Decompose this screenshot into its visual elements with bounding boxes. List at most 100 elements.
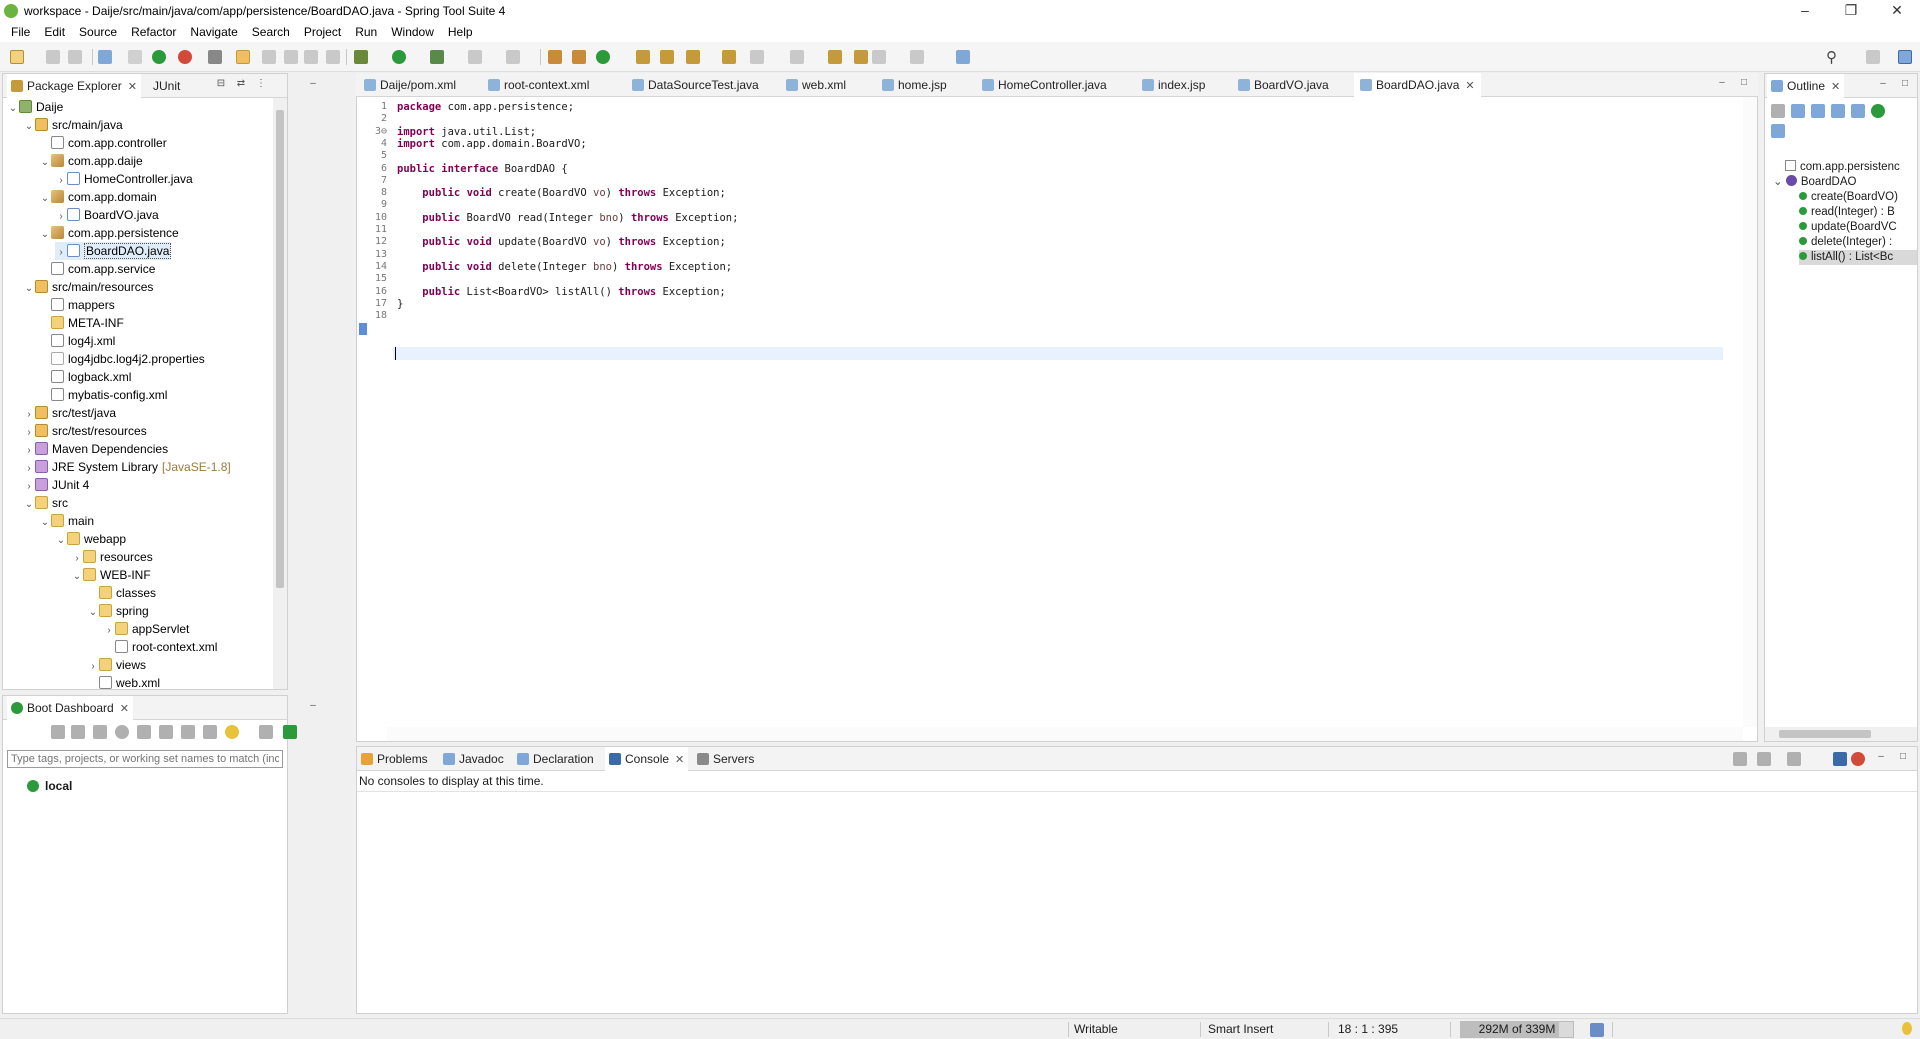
expanded-chevron-icon[interactable]: ⌄ [39, 226, 51, 244]
external-tools-icon[interactable] [506, 50, 520, 64]
tree-item[interactable]: › JRE System Library [JavaSE-1.8] [23, 458, 231, 476]
tab-boarddao-java[interactable]: BoardDAO.java ✕ [1354, 73, 1481, 97]
tab-pom-xml[interactable]: Daije/pom.xml [364, 73, 456, 97]
open-browser-icon[interactable] [115, 725, 129, 739]
show-whitespace-icon[interactable] [304, 50, 318, 64]
tree-item[interactable]: › resources [71, 548, 153, 566]
minimize-editor-icon[interactable]: – [1716, 78, 1728, 90]
close-window-button[interactable]: ✕ [1874, 0, 1920, 22]
pilcrow-icon[interactable] [326, 50, 340, 64]
tree-item[interactable]: com.app.service [39, 260, 155, 278]
expanded-chevron-icon[interactable]: ⌄ [39, 514, 51, 532]
tree-item[interactable]: ⌄ WEB-INF [71, 566, 151, 584]
select-console-icon[interactable] [1833, 752, 1847, 766]
tree-scrollbar[interactable] [273, 98, 287, 689]
code-line[interactable]: public void create(BoardVO vo) throws Ex… [397, 187, 726, 199]
collapse-all-icon[interactable]: ⊟ [215, 79, 227, 91]
open-console-icon[interactable] [1787, 752, 1801, 766]
hide-fields-icon[interactable] [1771, 104, 1785, 118]
tree-item[interactable]: › Maven Dependencies [23, 440, 168, 458]
tree-item[interactable]: › HomeController.java [55, 170, 193, 188]
menu-help[interactable]: Help [441, 25, 480, 39]
tab-boot-dashboard[interactable]: Boot Dashboard ✕ [7, 696, 133, 720]
add-target-icon[interactable] [283, 725, 297, 739]
tips-lightbulb-icon[interactable] [1902, 1022, 1912, 1035]
outline-item[interactable]: ⌄ BoardDAO [1773, 175, 1856, 190]
save-all-icon[interactable] [68, 50, 82, 64]
relaunch-icon[interactable] [178, 50, 192, 64]
tree-item[interactable]: ⌄ src/main/resources [23, 278, 153, 296]
remote-console-icon[interactable] [1851, 752, 1865, 766]
hide-static-icon[interactable] [1831, 104, 1845, 118]
expanded-chevron-icon[interactable]: ⌄ [23, 496, 35, 514]
tree-item[interactable]: log4jdbc.log4j2.properties [39, 350, 205, 368]
link-outline-icon[interactable] [1771, 124, 1785, 138]
new-class-icon[interactable] [596, 50, 610, 64]
tree-item[interactable]: › src/test/resources [23, 422, 147, 440]
tree-item[interactable]: logback.xml [39, 368, 131, 386]
tree-item[interactable]: mybatis-config.xml [39, 386, 167, 404]
expanded-chevron-icon[interactable]: ⌄ [23, 118, 35, 136]
tab-package-explorer[interactable]: Package Explorer ✕ [7, 74, 141, 98]
code-line[interactable]: } [397, 298, 403, 310]
toggle-mark-occurrences-icon[interactable] [236, 50, 250, 64]
menu-window[interactable]: Window [384, 25, 441, 39]
tab-datasourcetest-java[interactable]: DataSourceTest.java [632, 73, 759, 97]
menu-project[interactable]: Project [297, 25, 348, 39]
toggle-breadcrumb-icon[interactable] [262, 50, 276, 64]
debug-icon[interactable] [354, 50, 368, 64]
outline-item[interactable]: com.app.persistenc [1773, 160, 1900, 175]
tree-item[interactable]: web.xml [87, 674, 160, 689]
tree-item[interactable]: › BoardVO.java [55, 206, 159, 224]
search-file-icon[interactable] [686, 50, 700, 64]
menu-run[interactable]: Run [348, 25, 384, 39]
open-folder-icon[interactable] [636, 50, 650, 64]
expanded-chevron-icon[interactable]: ⌄ [7, 100, 19, 118]
tree-item[interactable]: › appServlet [103, 620, 189, 638]
java-perspective-icon[interactable] [1898, 50, 1912, 64]
minimize-outline-icon[interactable]: – [1877, 79, 1889, 91]
tab-index-jsp[interactable]: index.jsp [1142, 73, 1205, 97]
code-line[interactable]: package com.app.persistence; [397, 101, 574, 113]
menu-edit[interactable]: Edit [37, 25, 72, 39]
open-perspective-folder-icon[interactable] [722, 50, 736, 64]
tree-item[interactable]: ⌄ com.app.persistence [39, 224, 179, 242]
filter-icon[interactable] [159, 725, 173, 739]
coverage-icon[interactable] [430, 50, 444, 64]
stop-icon[interactable] [468, 50, 482, 64]
maximize-editor-icon[interactable]: □ [1738, 78, 1750, 90]
tree-item[interactable]: ⌄ main [39, 512, 94, 530]
code-line[interactable]: public void update(BoardVO vo) throws Ex… [397, 236, 726, 248]
outline-item[interactable]: read(Integer) : B [1799, 205, 1895, 220]
forward-icon[interactable] [872, 50, 886, 64]
pin-console-icon[interactable] [1733, 752, 1747, 766]
boot-dashboard-icon[interactable] [152, 50, 166, 64]
tree-item[interactable]: classes [87, 584, 156, 602]
collapse-outline-icon[interactable] [1791, 104, 1805, 118]
outline-scrollbar-thumb[interactable] [1779, 730, 1871, 738]
tree-scrollbar-thumb[interactable] [276, 110, 284, 588]
minimize-button[interactable]: – [1782, 0, 1828, 22]
search-icon[interactable]: ⚲ [1826, 48, 1837, 66]
next-annotation-icon[interactable] [750, 50, 764, 64]
maximize-button[interactable]: ❐ [1828, 0, 1874, 22]
tab-boardvo-java[interactable]: BoardVO.java [1238, 73, 1329, 97]
code-line[interactable]: public void delete(Integer bno) throws E… [397, 261, 732, 273]
new-java-package-icon[interactable] [572, 50, 586, 64]
tree-item[interactable]: mappers [39, 296, 115, 314]
stop-app-icon[interactable] [93, 725, 107, 739]
menu-file[interactable]: File [4, 25, 37, 39]
maximize-bottom-icon[interactable]: □ [1897, 752, 1909, 764]
tree-item[interactable]: log4j.xml [39, 332, 115, 350]
expanded-chevron-icon[interactable]: ⌄ [39, 154, 51, 172]
menu-search[interactable]: Search [245, 25, 297, 39]
outline-item[interactable]: delete(Integer) : [1799, 235, 1892, 250]
open-perspective-icon[interactable] [1866, 50, 1880, 64]
tree-item[interactable]: › views [87, 656, 146, 674]
tree-item[interactable]: root-context.xml [103, 638, 217, 656]
tree-item[interactable]: › BoardDAO.java [55, 242, 172, 260]
tab-javadoc[interactable]: Javadoc [443, 747, 504, 771]
expanded-chevron-icon[interactable]: ⌄ [55, 532, 67, 550]
forward-history-icon[interactable] [910, 50, 924, 64]
back-icon[interactable] [854, 50, 868, 64]
